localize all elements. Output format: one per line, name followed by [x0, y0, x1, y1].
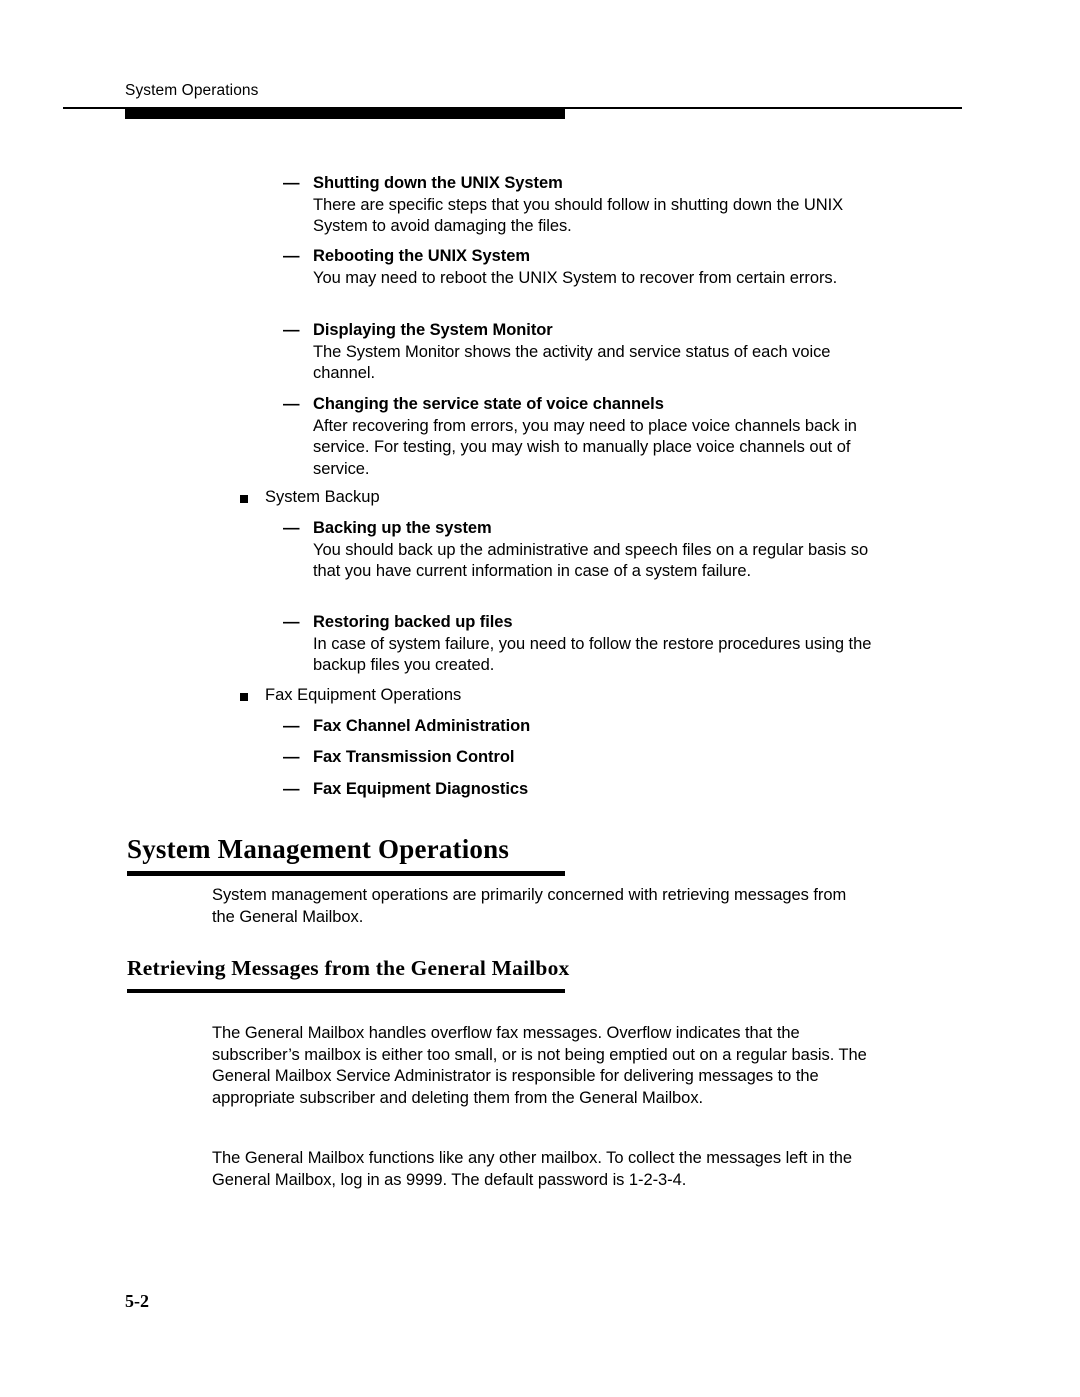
list-item-label: Fax Equipment Operations [265, 686, 462, 704]
running-header-title: System Operations [125, 82, 259, 99]
em-dash-icon: — [283, 174, 300, 192]
section-heading-rule [127, 871, 565, 876]
list-item-body: After recovering from errors, you may ne… [313, 416, 857, 478]
list-item: — Fax Equipment Diagnostics [283, 779, 883, 801]
list-item: — Displaying the System Monitor The Syst… [283, 320, 883, 385]
list-item: — Fax Channel Administration [283, 716, 883, 738]
list-item-title: Changing the service state of voice chan… [313, 395, 664, 413]
list-item-title: Displaying the System Monitor [313, 321, 553, 339]
list-item-title: Rebooting the UNIX System [313, 247, 530, 265]
square-bullet-icon [240, 693, 248, 701]
list-item: System Backup [240, 487, 880, 509]
em-dash-icon: — [283, 780, 300, 798]
em-dash-icon: — [283, 395, 300, 413]
list-item-body: The System Monitor shows the activity an… [313, 342, 831, 383]
list-item-title: Restoring backed up files [313, 613, 513, 631]
list-item: — Shutting down the UNIX System There ar… [283, 173, 883, 238]
list-item: — Backing up the system You should back … [283, 518, 883, 583]
list-item-title: Shutting down the UNIX System [313, 174, 563, 192]
em-dash-icon: — [283, 321, 300, 339]
list-item: Fax Equipment Operations [240, 685, 880, 707]
list-item-title: Fax Equipment Diagnostics [313, 780, 529, 798]
em-dash-icon: — [283, 247, 300, 265]
em-dash-icon: — [283, 717, 300, 735]
body-paragraph: The General Mailbox functions like any o… [212, 1149, 852, 1189]
list-item-body: There are specific steps that you should… [313, 195, 844, 236]
em-dash-icon: — [283, 519, 300, 537]
list-item-title: Fax Channel Administration [313, 717, 531, 735]
list-item-body: You may need to reboot the UNIX System t… [313, 268, 838, 287]
list-item: — Fax Transmission Control [283, 747, 883, 769]
list-item-title: Backing up the system [313, 519, 492, 537]
section-intro-paragraph: System management operations are primari… [212, 886, 847, 926]
subsection-heading-text: Retrieving Messages from the General Mai… [127, 956, 570, 980]
subsection-heading-rule [127, 989, 565, 993]
body-paragraph: The General Mailbox handles overflow fax… [212, 1024, 867, 1107]
square-bullet-icon [240, 495, 248, 503]
em-dash-icon: — [283, 748, 300, 766]
list-item-body: You should back up the administrative an… [313, 540, 869, 581]
list-item: — Rebooting the UNIX System You may need… [283, 246, 883, 289]
list-item: — Restoring backed up files In case of s… [283, 612, 883, 677]
list-item-body: In case of system failure, you need to f… [313, 634, 872, 675]
section-heading: System Management Operations [127, 833, 587, 876]
section-heading-text: System Management Operations [127, 834, 510, 864]
subsection-heading: Retrieving Messages from the General Mai… [127, 955, 587, 993]
em-dash-icon: — [283, 613, 300, 631]
document-page: System Operations — Shutting down the UN… [0, 0, 1080, 1397]
list-item: — Changing the service state of voice ch… [283, 394, 883, 480]
page-number: 5-2 [125, 1291, 149, 1311]
list-item-title: Fax Transmission Control [313, 748, 515, 766]
header-rule-thick [125, 109, 565, 119]
list-item-label: System Backup [265, 488, 380, 506]
